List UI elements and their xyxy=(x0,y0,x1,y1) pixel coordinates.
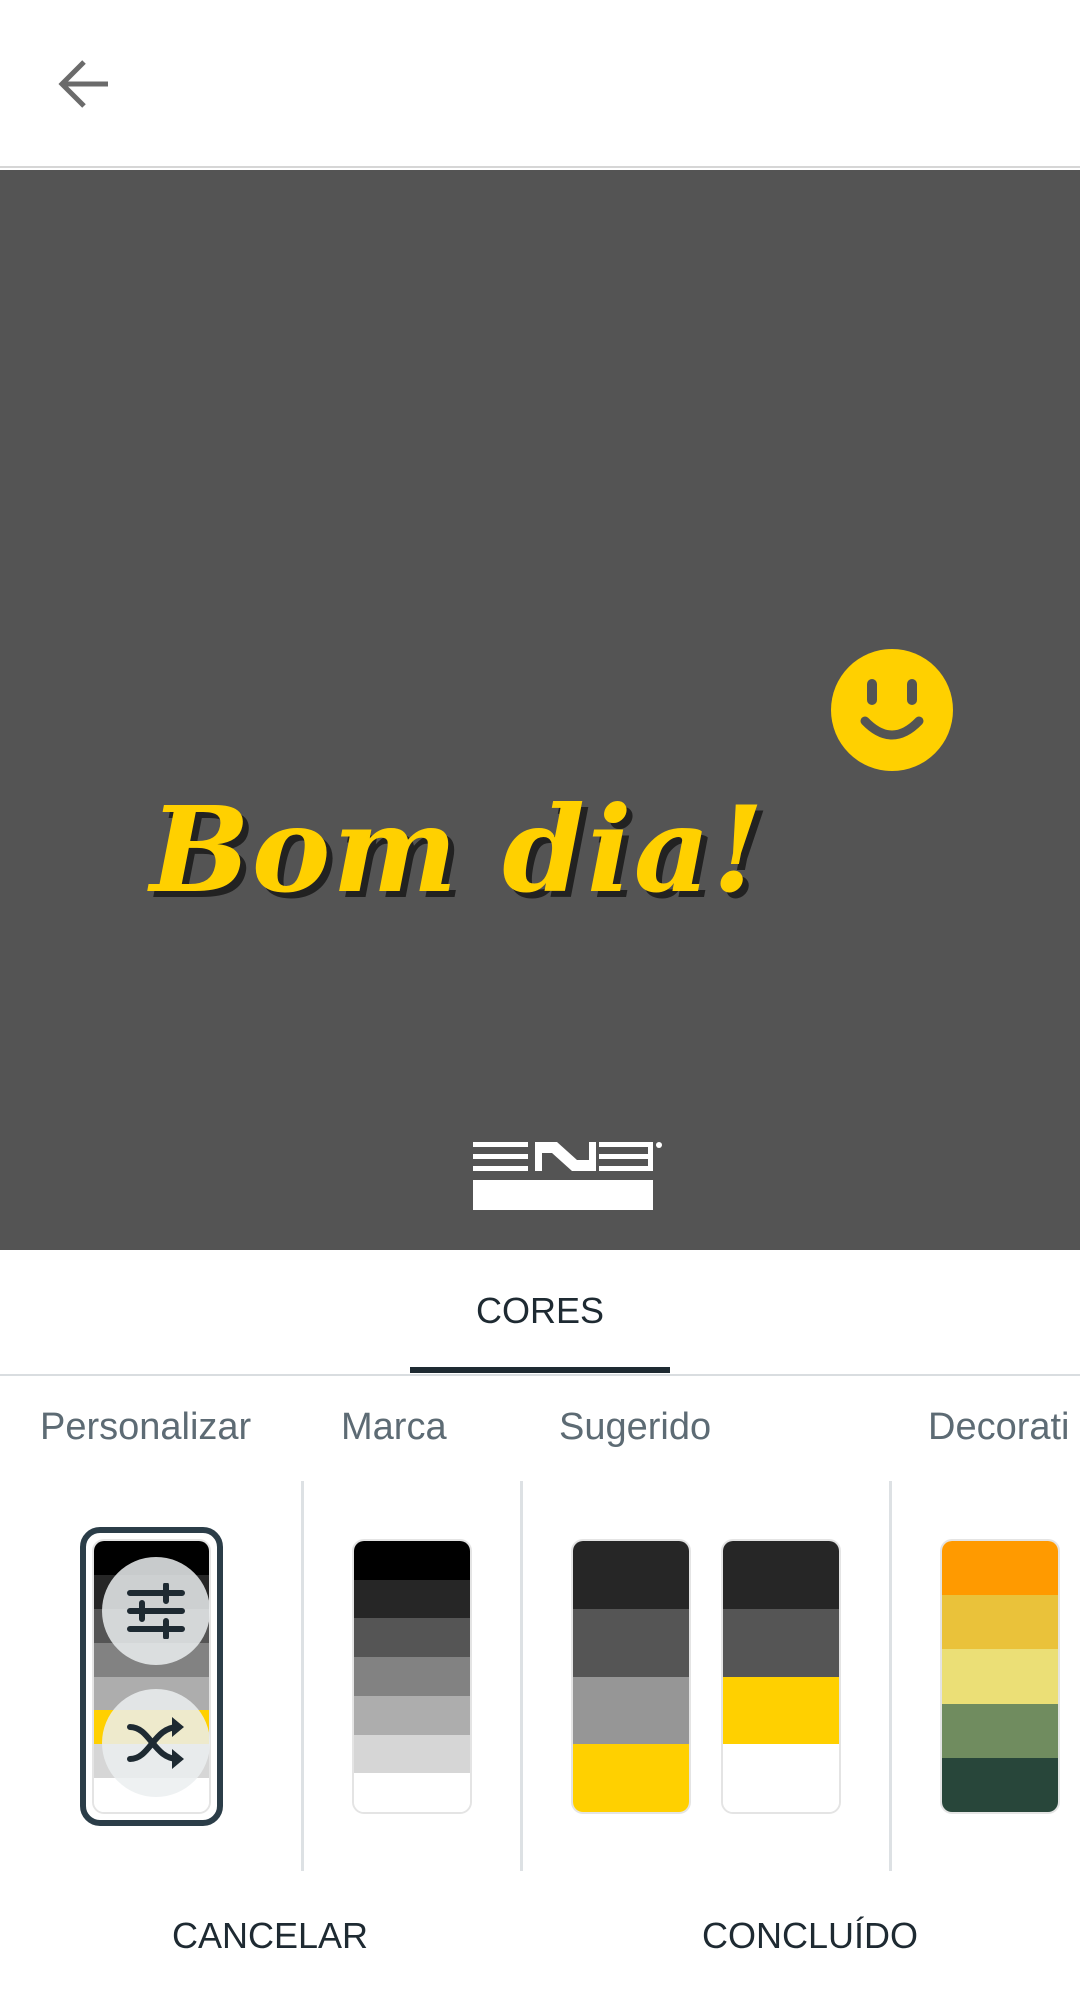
color-swatch xyxy=(942,1649,1058,1704)
color-swatch xyxy=(723,1676,839,1745)
adjust-button[interactable] xyxy=(102,1557,210,1665)
shuffle-icon xyxy=(127,1717,184,1769)
sliders-icon xyxy=(127,1583,185,1639)
smiley-icon[interactable] xyxy=(829,647,955,773)
category-decorativo[interactable]: Decorati xyxy=(928,1406,1070,1449)
palette-sugerido-2[interactable] xyxy=(721,1539,841,1814)
color-swatch xyxy=(942,1541,1058,1596)
ens-logo xyxy=(473,1142,662,1210)
palette-decorativo[interactable] xyxy=(940,1539,1060,1814)
shuffle-button[interactable] xyxy=(102,1689,210,1797)
design-canvas[interactable]: Bom dia! xyxy=(0,170,1080,1250)
color-swatch xyxy=(942,1595,1058,1650)
color-swatch xyxy=(723,1541,839,1609)
color-swatch xyxy=(573,1744,689,1812)
divider xyxy=(520,1481,523,1871)
color-swatch xyxy=(573,1608,689,1677)
color-swatch xyxy=(354,1618,470,1658)
palette-personalizar-selected[interactable] xyxy=(80,1527,223,1826)
cancel-button[interactable]: CANCELAR xyxy=(70,1915,470,1957)
palette-marca[interactable] xyxy=(352,1539,472,1814)
category-personalizar[interactable]: Personalizar xyxy=(40,1406,251,1449)
arrow-left-icon[interactable] xyxy=(56,58,112,110)
color-swatch xyxy=(354,1773,470,1812)
done-button[interactable]: CONCLUÍDO xyxy=(610,1915,1010,1957)
color-swatch xyxy=(354,1695,470,1735)
color-swatch xyxy=(723,1608,839,1677)
active-tab-indicator xyxy=(410,1367,670,1373)
category-marca[interactable]: Marca xyxy=(341,1406,447,1449)
color-swatch xyxy=(942,1757,1058,1812)
headline-text[interactable]: Bom dia! xyxy=(150,780,766,919)
color-swatch xyxy=(354,1541,470,1580)
color-swatch xyxy=(723,1744,839,1812)
divider xyxy=(301,1481,304,1871)
category-sugerido[interactable]: Sugerido xyxy=(559,1406,711,1449)
top-bar xyxy=(0,0,1080,168)
color-swatch xyxy=(354,1734,470,1774)
color-swatch xyxy=(354,1579,470,1619)
color-swatch xyxy=(573,1541,689,1609)
color-swatch xyxy=(573,1676,689,1745)
color-swatch xyxy=(354,1657,470,1696)
palette-sugerido-1[interactable] xyxy=(571,1539,691,1814)
color-swatch xyxy=(942,1703,1058,1758)
divider xyxy=(889,1481,892,1871)
tab-cores[interactable]: CORES xyxy=(410,1290,670,1332)
